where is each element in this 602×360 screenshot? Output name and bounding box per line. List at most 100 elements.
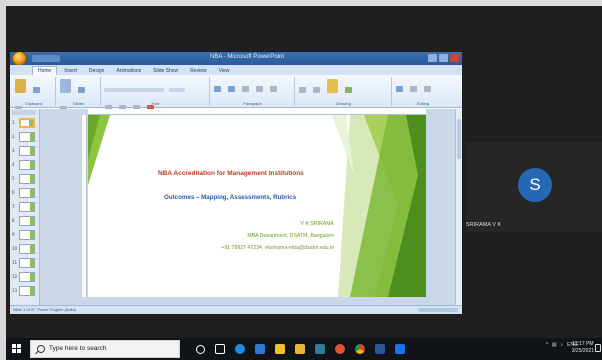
windows-start-icon[interactable] [12,344,22,354]
thumbnail-number: 9 [12,232,15,237]
slide-thumbnail[interactable] [19,160,35,170]
office-button-icon[interactable] [12,52,27,66]
slide-thumbnail[interactable] [19,146,35,156]
slides-outline-tab[interactable] [12,110,36,115]
align-center-icon[interactable] [256,86,264,92]
chrome-icon[interactable] [352,341,368,357]
file-explorer-icon[interactable] [292,341,308,357]
slide-thumbnail[interactable] [19,244,35,254]
quick-access-toolbar[interactable] [32,55,60,62]
slide-thumbnail[interactable] [19,286,35,296]
thumbnail-number: 1 [12,120,15,125]
slide-thumbnail[interactable] [19,188,35,198]
numbering-icon[interactable] [228,86,236,92]
tab-home[interactable]: Home [32,66,58,75]
slide-thumbnail[interactable] [19,216,35,226]
tab-view[interactable]: View [214,67,235,75]
powerpoint-statusbar: Slide 1 of 37 "Facet" English (India) [10,305,462,314]
find-icon[interactable] [396,86,403,92]
tab-animations[interactable]: Animations [111,67,146,75]
thumbnail-number: 10 [12,246,18,251]
font-size-select[interactable] [169,88,186,92]
slide-thumbnail[interactable] [19,132,35,142]
new-slide-icon[interactable] [60,79,71,93]
network-icon[interactable]: ▤ [552,342,557,348]
maximize-icon[interactable] [439,54,448,62]
text-direction-icon[interactable] [270,86,278,92]
close-icon[interactable] [450,54,459,62]
slide-thumbnail[interactable] [19,118,35,128]
mail-icon[interactable] [252,341,268,357]
thumbnail-number: 8 [12,218,15,223]
word-icon[interactable] [372,341,388,357]
slide-thumbnail[interactable] [19,174,35,184]
avatar: S [518,168,552,202]
ribbon-tabs: Home Insert Design Animations Slide Show… [10,65,462,75]
cut-icon[interactable] [33,87,41,93]
thumbnail-number: 11 [12,260,18,265]
ribbon-group-label: Font [151,101,160,106]
bullets-icon[interactable] [214,86,221,92]
search-icon [37,345,45,353]
font-name-select[interactable] [104,88,164,92]
zoom-slider[interactable] [418,308,458,312]
quick-styles-icon[interactable] [327,79,339,93]
window-title: NBA - Microsoft PowerPoint [210,54,285,60]
volume-icon[interactable]: ♪ [561,342,564,348]
tab-design[interactable]: Design [84,67,110,75]
ribbon-group-font: Font [102,77,210,111]
powerpoint-titlebar: NBA - Microsoft PowerPoint [10,52,462,66]
vertical-ruler [82,115,87,297]
thumbnail-number: 3 [12,148,15,153]
thumbnail-number: 7 [12,204,15,209]
ribbon-group-editing: Editing [393,77,453,106]
store-icon[interactable] [272,341,288,357]
minimize-icon[interactable] [428,54,437,62]
slide-thumbnail[interactable] [19,272,35,282]
tab-review[interactable]: Review [185,67,211,75]
search-placeholder: Type here to search [49,345,107,352]
slide-canvas[interactable]: NBA Accreditation for Management Institu… [88,115,426,297]
slide-author: V K SRIRAMA [300,221,334,227]
cortana-icon[interactable] [192,341,208,357]
vertical-scrollbar[interactable] [455,109,462,305]
replace-icon[interactable] [410,86,418,92]
thumbnail-number: 13 [12,288,18,293]
shapes-icon[interactable] [299,87,306,93]
window-controls [428,54,459,62]
slide-thumbnails-panel: 1 2 3 4 5 6 7 8 9 10 11 12 13 [10,109,40,305]
ribbon-group-label: Clipboard [24,101,43,106]
ribbon-group-slides: Slides [57,77,101,112]
taskbar-clock[interactable]: 12:17 PM 3/25/2021 [572,341,594,355]
slide-thumbnail[interactable] [19,202,35,212]
task-view-icon[interactable] [212,341,228,357]
taskbar-search-input[interactable]: Type here to search [30,340,180,358]
participant-tile[interactable]: S SRIRAMA V K [466,142,602,232]
firefox-icon[interactable] [332,341,348,357]
thumbnail-number: 2 [12,134,15,139]
thumbnail-number: 4 [12,162,15,167]
teams-icon[interactable] [312,341,328,357]
align-left-icon[interactable] [242,86,250,92]
ribbon-group-paragraph: Paragraph [211,77,295,106]
tab-slide-show[interactable]: Slide Show [148,67,183,75]
chevron-up-icon[interactable]: ^ [546,342,548,348]
thumbnail-number: 12 [12,274,18,279]
edge-icon[interactable] [232,341,248,357]
slide-thumbnail[interactable] [19,258,35,268]
clock-date: 3/25/2021 [571,348,594,354]
powerpoint-icon[interactable] [392,341,408,357]
tab-insert[interactable]: Insert [59,67,82,75]
slide-contact: +91 78927 47234, vksrirama-mba@dsatm.edu… [221,245,334,251]
ribbon-group-label: Drawing [336,101,351,106]
layout-icon[interactable] [78,87,86,93]
scrollbar-thumb[interactable] [457,119,461,159]
slide-thumbnail[interactable] [19,230,35,240]
slide-department: MBA Department, DSATM, Bangalore [247,233,334,239]
shape-fill-icon[interactable] [345,87,353,93]
select-icon[interactable] [424,86,432,92]
arrange-icon[interactable] [313,87,321,93]
notification-icon[interactable] [595,344,601,352]
facet-theme-decoration [88,115,426,297]
paste-icon[interactable] [15,79,26,93]
